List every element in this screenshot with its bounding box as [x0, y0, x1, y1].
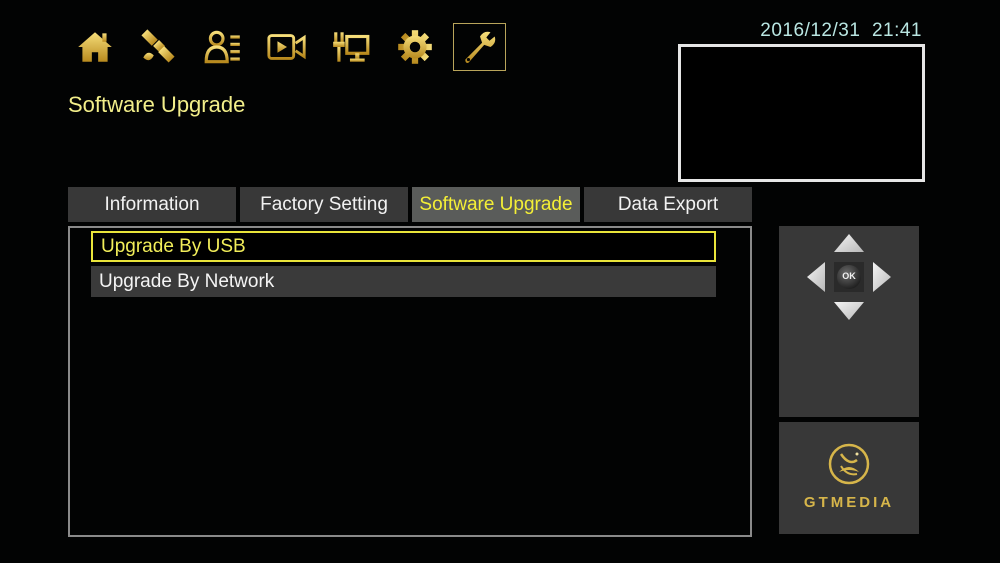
page-title: Software Upgrade	[68, 92, 246, 117]
arrow-up-icon	[834, 234, 864, 252]
network-icon	[333, 32, 370, 62]
wrench-icon	[464, 31, 495, 63]
tab-data-export[interactable]: Data Export	[584, 187, 752, 222]
home-icon	[78, 32, 112, 62]
menu-media[interactable]	[262, 24, 312, 70]
satellite-icon	[141, 29, 175, 63]
user-list-icon	[204, 30, 240, 64]
datetime: 2016/12/31 21:41	[760, 20, 922, 41]
ok-label: OK	[842, 271, 856, 281]
arrow-right-icon	[873, 262, 891, 292]
tab-factory-setting[interactable]: Factory Setting	[240, 187, 408, 222]
brand-panel: GTMEDIA	[779, 422, 919, 534]
gear-icon	[398, 30, 432, 64]
list-item-label: Upgrade By Network	[99, 270, 275, 292]
menu-tools[interactable]	[453, 23, 506, 71]
menu-settings[interactable]	[390, 24, 440, 70]
video-preview	[678, 44, 925, 182]
arrow-left-icon	[807, 262, 825, 292]
tab-information[interactable]: Information	[68, 187, 236, 222]
navigation-hint-panel: OK	[779, 226, 919, 417]
list-item-label: Upgrade By USB	[101, 235, 246, 257]
list-item-upgrade-network[interactable]: Upgrade By Network	[91, 266, 716, 297]
list-item-upgrade-usb[interactable]: Upgrade By USB	[91, 231, 716, 262]
brand-name: GTMEDIA	[803, 494, 895, 511]
menu-user-list[interactable]	[198, 24, 248, 70]
menu-home[interactable]	[70, 24, 120, 70]
arrow-down-icon	[834, 302, 864, 320]
gtmedia-logo-icon	[828, 443, 870, 485]
video-camera-icon	[267, 34, 306, 60]
menu-satellite[interactable]	[133, 24, 183, 70]
tab-software-upgrade[interactable]: Software Upgrade	[412, 187, 580, 222]
menu-network[interactable]	[326, 24, 376, 70]
